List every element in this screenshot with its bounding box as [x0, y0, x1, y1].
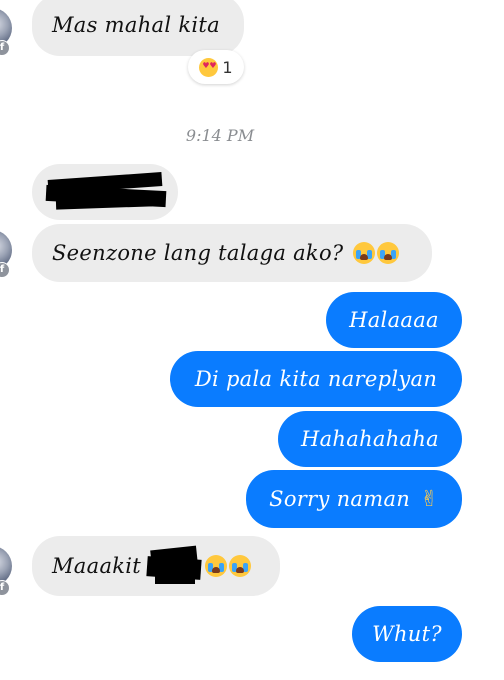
- heart-eyes-emoji-icon: ♥ ♥: [199, 57, 219, 77]
- facebook-badge-icon: f: [0, 580, 10, 596]
- avatar[interactable]: f: [0, 230, 12, 278]
- message-text: Mas mahal kita: [52, 13, 220, 37]
- message-text: Sorry naman: [269, 487, 411, 511]
- facebook-badge-icon: f: [0, 40, 10, 56]
- reaction-chip[interactable]: ♥ ♥ 1: [188, 50, 244, 84]
- redacted-area: [146, 545, 203, 586]
- message-text: Maaakit: [52, 554, 142, 578]
- avatar[interactable]: f: [0, 8, 12, 56]
- message-bubble-outgoing[interactable]: Sorry naman ✌: [246, 470, 462, 528]
- message-text: Hahahahaha: [300, 427, 439, 451]
- message-bubble-incoming[interactable]: Maaakit: [32, 536, 280, 596]
- message-bubble-outgoing[interactable]: Whut?: [352, 606, 462, 662]
- message-text: Whut?: [372, 622, 442, 646]
- loudly-crying-face-icon: [205, 555, 228, 577]
- message-text: Di pala kita nareplyan: [194, 367, 438, 391]
- loudly-crying-face-icon: [377, 242, 400, 264]
- message-bubble-outgoing[interactable]: Halaaaa: [326, 292, 462, 348]
- avatar[interactable]: f: [0, 546, 12, 596]
- message-bubble-incoming[interactable]: Seenzone lang talaga ako?: [32, 224, 432, 282]
- redaction-mark: [55, 196, 153, 210]
- victory-hand-icon: ✌: [420, 486, 439, 512]
- message-text: Seenzone lang talaga ako?: [52, 241, 344, 265]
- timestamp: 9:14 PM: [185, 126, 255, 145]
- message-bubble-outgoing[interactable]: Di pala kita nareplyan: [170, 351, 462, 407]
- message-bubble-incoming-redacted[interactable]: [32, 164, 178, 220]
- loudly-crying-face-icon: [229, 555, 252, 577]
- message-bubble-outgoing[interactable]: Hahahahaha: [278, 411, 462, 467]
- message-bubble-incoming[interactable]: Mas mahal kita: [32, 0, 244, 56]
- loudly-crying-face-icon: [353, 242, 376, 264]
- reaction-count: 1: [222, 57, 233, 77]
- message-text: Halaaaa: [349, 308, 439, 332]
- facebook-badge-icon: f: [0, 262, 10, 278]
